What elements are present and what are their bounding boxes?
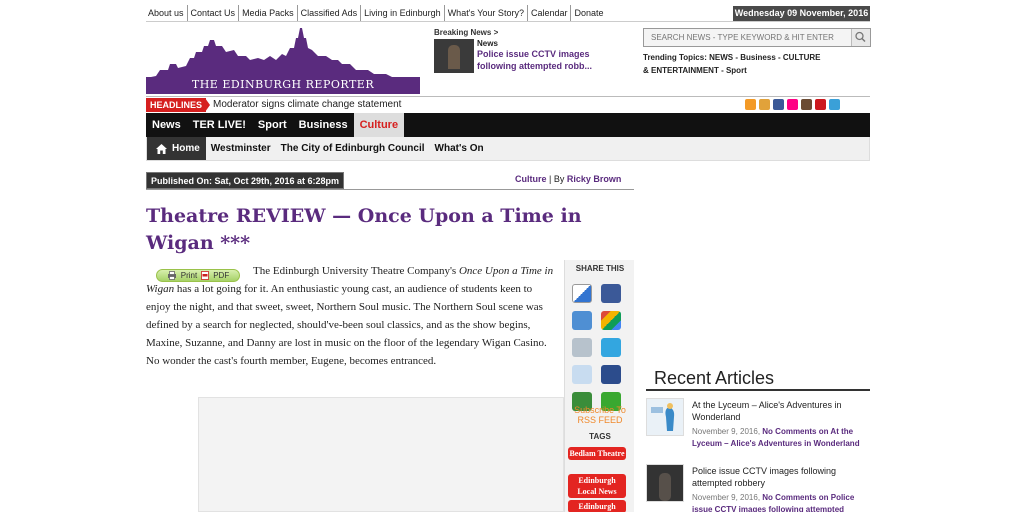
- sub-nav: Home Westminster The City of Edinburgh C…: [146, 137, 870, 161]
- article-category-link[interactable]: Culture: [515, 174, 547, 184]
- friendfeed-icon[interactable]: [572, 311, 592, 330]
- google-icon[interactable]: [601, 311, 621, 330]
- top-nav-about[interactable]: About us: [146, 5, 188, 21]
- myspace-icon[interactable]: [601, 365, 621, 384]
- tag-bedlam-theatre[interactable]: Bedlam Theatre: [568, 447, 626, 460]
- article-title: Theatre REVIEW — Once Upon a Time in Wig…: [146, 205, 582, 254]
- body-rest: has a lot going for it. An enthusiastic …: [146, 283, 547, 367]
- flickr-icon[interactable]: [787, 99, 798, 110]
- search-box: [643, 28, 871, 47]
- social-links: [745, 99, 840, 110]
- top-nav-donate[interactable]: Donate: [571, 5, 606, 21]
- print-label: Print: [180, 271, 198, 280]
- nav-business[interactable]: Business: [293, 113, 354, 137]
- nav-sport[interactable]: Sport: [252, 113, 293, 137]
- trending-topics: Trending Topics: NEWS - Business - CULTU…: [643, 51, 823, 77]
- top-nav-contact[interactable]: Contact Us: [188, 5, 240, 21]
- sub-nav-home[interactable]: Home: [147, 137, 206, 160]
- breaking-news-headline[interactable]: Police issue CCTV images following attem…: [477, 48, 607, 72]
- instagram-icon[interactable]: [801, 99, 812, 110]
- headlines-label: HEADLINES: [146, 98, 207, 112]
- breaking-news-label[interactable]: Breaking News >: [434, 28, 498, 37]
- pdf-icon: [201, 271, 210, 280]
- body-start: The Edinburgh University Theatre Company…: [253, 265, 459, 277]
- article-meta: Culture | By Ricky Brown: [515, 174, 622, 184]
- share-icon-grid: [572, 284, 621, 411]
- share-title: SHARE THIS: [575, 264, 625, 273]
- share-sidebar: SHARE THIS Subscribe To RSS FEED TAGS Be…: [564, 260, 634, 512]
- breaking-news-category: News: [477, 39, 498, 48]
- home-icon: [156, 143, 167, 154]
- facebook-icon[interactable]: [601, 284, 621, 303]
- youtube-icon[interactable]: [815, 99, 826, 110]
- recent-article-date: November 9, 2016,: [692, 427, 761, 436]
- recent-article-title[interactable]: At the Lyceum – Alice's Adventures in Wo…: [692, 399, 864, 423]
- current-date: Wednesday 09 November, 2016: [733, 6, 870, 21]
- top-nav: About us Contact Us Media Packs Classifi…: [146, 5, 607, 21]
- search-input[interactable]: [644, 29, 852, 46]
- recent-article-thumbnail[interactable]: [646, 464, 684, 502]
- recent-article-meta: November 9, 2016, No Comments on Police …: [692, 492, 870, 512]
- divider: [646, 389, 870, 391]
- divider: [146, 189, 634, 190]
- recent-article-meta: November 9, 2016, No Comments on At the …: [692, 426, 870, 450]
- top-nav-media-packs[interactable]: Media Packs: [239, 5, 298, 21]
- sub-nav-city-council[interactable]: The City of Edinburgh Council: [276, 143, 430, 154]
- nav-ter-live[interactable]: TER LIVE!: [187, 113, 252, 137]
- alice-poster-image: [647, 399, 683, 435]
- search-button[interactable]: [851, 29, 870, 46]
- top-nav-calendar[interactable]: Calendar: [528, 5, 572, 21]
- site-logo-text[interactable]: THE EDINBURGH REPORTER: [146, 77, 420, 93]
- by-label: By: [553, 174, 565, 184]
- recent-article-title[interactable]: Police issue CCTV images following attem…: [692, 465, 864, 489]
- sub-nav-home-label: Home: [172, 143, 200, 154]
- main-nav: News TER LIVE! Sport Business Culture: [146, 113, 870, 137]
- printer-icon: [167, 271, 176, 280]
- rss-icon[interactable]: [745, 99, 756, 110]
- reddit-icon[interactable]: [572, 365, 592, 384]
- tags-title: TAGS: [589, 432, 611, 441]
- digg-icon[interactable]: [572, 338, 592, 357]
- sub-nav-whats-on[interactable]: What's On: [430, 143, 489, 154]
- cctv-still-image: [647, 465, 683, 501]
- page: About us Contact Us Media Packs Classifi…: [0, 0, 1024, 512]
- tag-edinburgh-local-news[interactable]: Edinburgh Local News: [568, 474, 626, 498]
- trending-label: Trending Topics:: [643, 53, 707, 62]
- twitter-icon[interactable]: [601, 338, 621, 357]
- divider: [146, 21, 870, 22]
- facebook-icon[interactable]: [773, 99, 784, 110]
- delicious-icon[interactable]: [572, 284, 592, 303]
- tag-edinburgh[interactable]: Edinburgh: [568, 500, 626, 512]
- recent-article-date: November 9, 2016,: [692, 493, 761, 502]
- recent-article-thumbnail[interactable]: [646, 398, 684, 436]
- breaking-news-thumbnail[interactable]: [434, 39, 474, 73]
- recent-articles-title: Recent Articles: [654, 368, 775, 388]
- article-author-link[interactable]: Ricky Brown: [567, 174, 622, 184]
- top-nav-classified[interactable]: Classified Ads: [298, 5, 362, 21]
- twitter-icon[interactable]: [829, 99, 840, 110]
- email-icon[interactable]: [759, 99, 770, 110]
- divider: [146, 96, 870, 97]
- headlines-ticker-text[interactable]: Moderator signs climate change statement: [213, 98, 401, 112]
- pdf-label: PDF: [213, 271, 230, 280]
- nav-news[interactable]: News: [146, 113, 187, 137]
- published-date: Published On: Sat, Oct 29th, 2016 at 6:2…: [146, 172, 345, 189]
- advertisement-placeholder: [198, 397, 564, 512]
- top-nav-your-story[interactable]: What's Your Story?: [445, 5, 528, 21]
- nav-culture[interactable]: Culture: [353, 113, 405, 137]
- sub-nav-westminster[interactable]: Westminster: [206, 143, 276, 154]
- headlines-arrow: [205, 98, 210, 112]
- rss-subscribe-link[interactable]: Subscribe To RSS FEED: [565, 405, 635, 425]
- search-icon: [855, 31, 866, 43]
- top-nav-living[interactable]: Living in Edinburgh: [361, 5, 445, 21]
- print-pdf-button[interactable]: Print PDF: [156, 269, 240, 282]
